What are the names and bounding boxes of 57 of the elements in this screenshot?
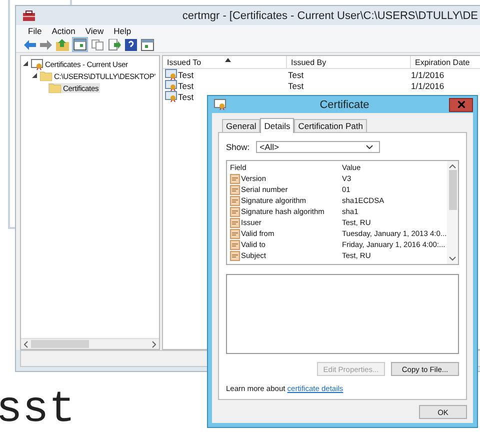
table-cell: Test: [288, 80, 304, 90]
sort-arrow-icon: [225, 58, 231, 62]
field-icon: [230, 174, 240, 184]
field-icon: [230, 196, 240, 206]
dialog-title: Certificate: [318, 98, 370, 110]
expander-icon[interactable]: [23, 61, 29, 67]
field-icon: [230, 228, 240, 238]
show-label: Show:: [226, 142, 250, 152]
table-cell[interactable]: Test: [178, 92, 194, 102]
folder-icon: [40, 71, 52, 81]
folder-icon: [49, 83, 61, 93]
vertical-scrollbar[interactable]: [447, 161, 458, 264]
tree-pane-icon[interactable]: [73, 38, 87, 51]
menu-item[interactable]: Help: [114, 26, 132, 36]
toolbox-icon: [22, 10, 36, 22]
menu-item[interactable]: File: [28, 26, 42, 36]
chevron-down-icon: [366, 145, 373, 149]
close-icon: [458, 101, 464, 108]
window-title: certmgr - [Certificates - Current User\C:\USERS\DTULLY\DE: [182, 10, 478, 22]
certificate-store-icon: [31, 58, 43, 70]
table-cell: 1/1/2016: [411, 70, 444, 80]
tab[interactable]: Details: [260, 118, 294, 133]
field-icon: [230, 206, 240, 216]
menu-item[interactable]: Action: [52, 26, 76, 36]
export-icon[interactable]: [108, 38, 121, 50]
certificate-icon: [165, 69, 177, 80]
up-folder-icon[interactable]: [56, 38, 69, 50]
field-icon: [230, 218, 240, 228]
scroll-left-icon[interactable]: [24, 340, 28, 348]
certificate-icon: [165, 91, 177, 102]
show-dropdown[interactable]: <All>: [256, 141, 380, 153]
field-icon: [230, 184, 240, 194]
scroll-up-icon[interactable]: [449, 164, 456, 169]
back-icon[interactable]: [24, 40, 36, 50]
table-cell[interactable]: Test: [178, 70, 194, 80]
column-header[interactable]: Expiration Date: [411, 56, 480, 68]
expander-icon[interactable]: [32, 73, 38, 79]
forward-icon[interactable]: [40, 40, 52, 50]
column-header[interactable]: Issued By: [287, 56, 411, 68]
tab[interactable]: Certification Path: [294, 119, 367, 132]
menu-item[interactable]: View: [85, 26, 104, 36]
scroll-down-icon[interactable]: [449, 256, 456, 261]
table-cell[interactable]: Test: [178, 80, 194, 90]
certificate-icon: [214, 99, 226, 110]
scroll-right-icon[interactable]: [152, 340, 156, 348]
help-icon[interactable]: [125, 38, 137, 50]
action-pane-icon[interactable]: [141, 38, 154, 50]
field-icon: [230, 250, 240, 260]
certificate-icon: [165, 80, 177, 91]
table-cell: 1/1/2016: [411, 80, 444, 90]
close-button[interactable]: [449, 98, 473, 112]
tab[interactable]: General: [222, 119, 260, 132]
horizontal-scrollbar[interactable]: [21, 338, 159, 349]
field-icon: [230, 240, 240, 250]
table-cell: Test: [288, 70, 304, 80]
column-header[interactable]: Issued To: [163, 56, 287, 68]
copy-icon[interactable]: [91, 38, 104, 50]
